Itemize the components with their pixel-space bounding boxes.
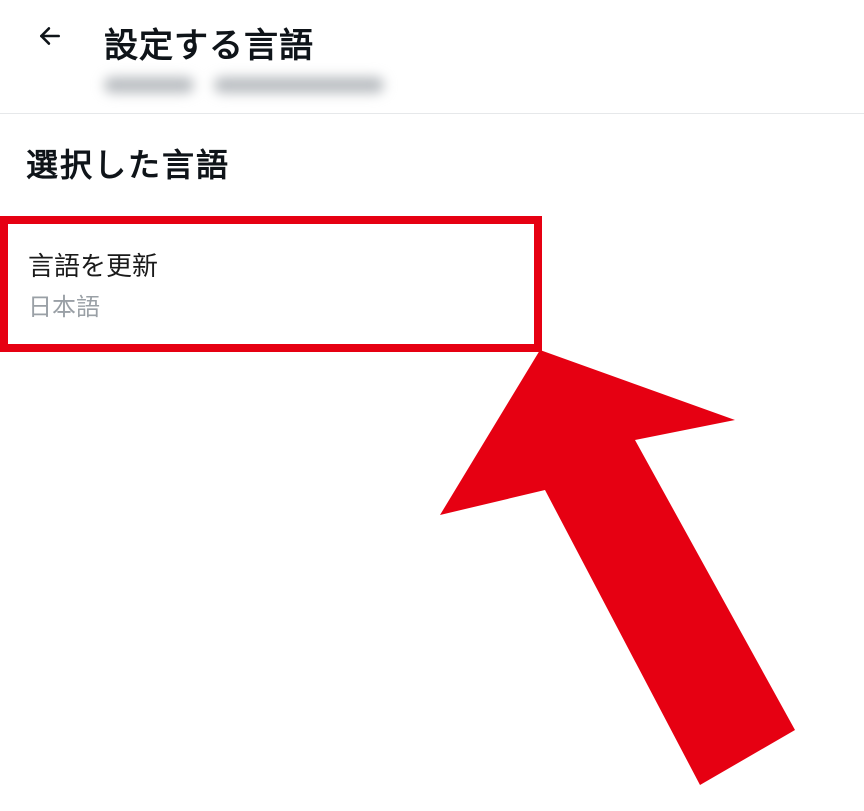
account-handle-redacted [104, 71, 394, 99]
arrow-left-icon [37, 23, 63, 54]
back-button[interactable] [30, 18, 70, 58]
annotation-arrow [430, 330, 810, 790]
section-heading: 選択した言語 [0, 114, 864, 196]
update-language-option[interactable]: 言語を更新 日本語 [8, 224, 534, 344]
header-bar: 設定する言語 [0, 0, 864, 99]
page-title: 設定する言語 [104, 18, 394, 67]
current-language-value: 日本語 [28, 287, 514, 322]
cursor-arrow-icon [430, 777, 810, 794]
update-language-label: 言語を更新 [28, 246, 514, 283]
highlight-box: 言語を更新 日本語 [0, 216, 542, 352]
